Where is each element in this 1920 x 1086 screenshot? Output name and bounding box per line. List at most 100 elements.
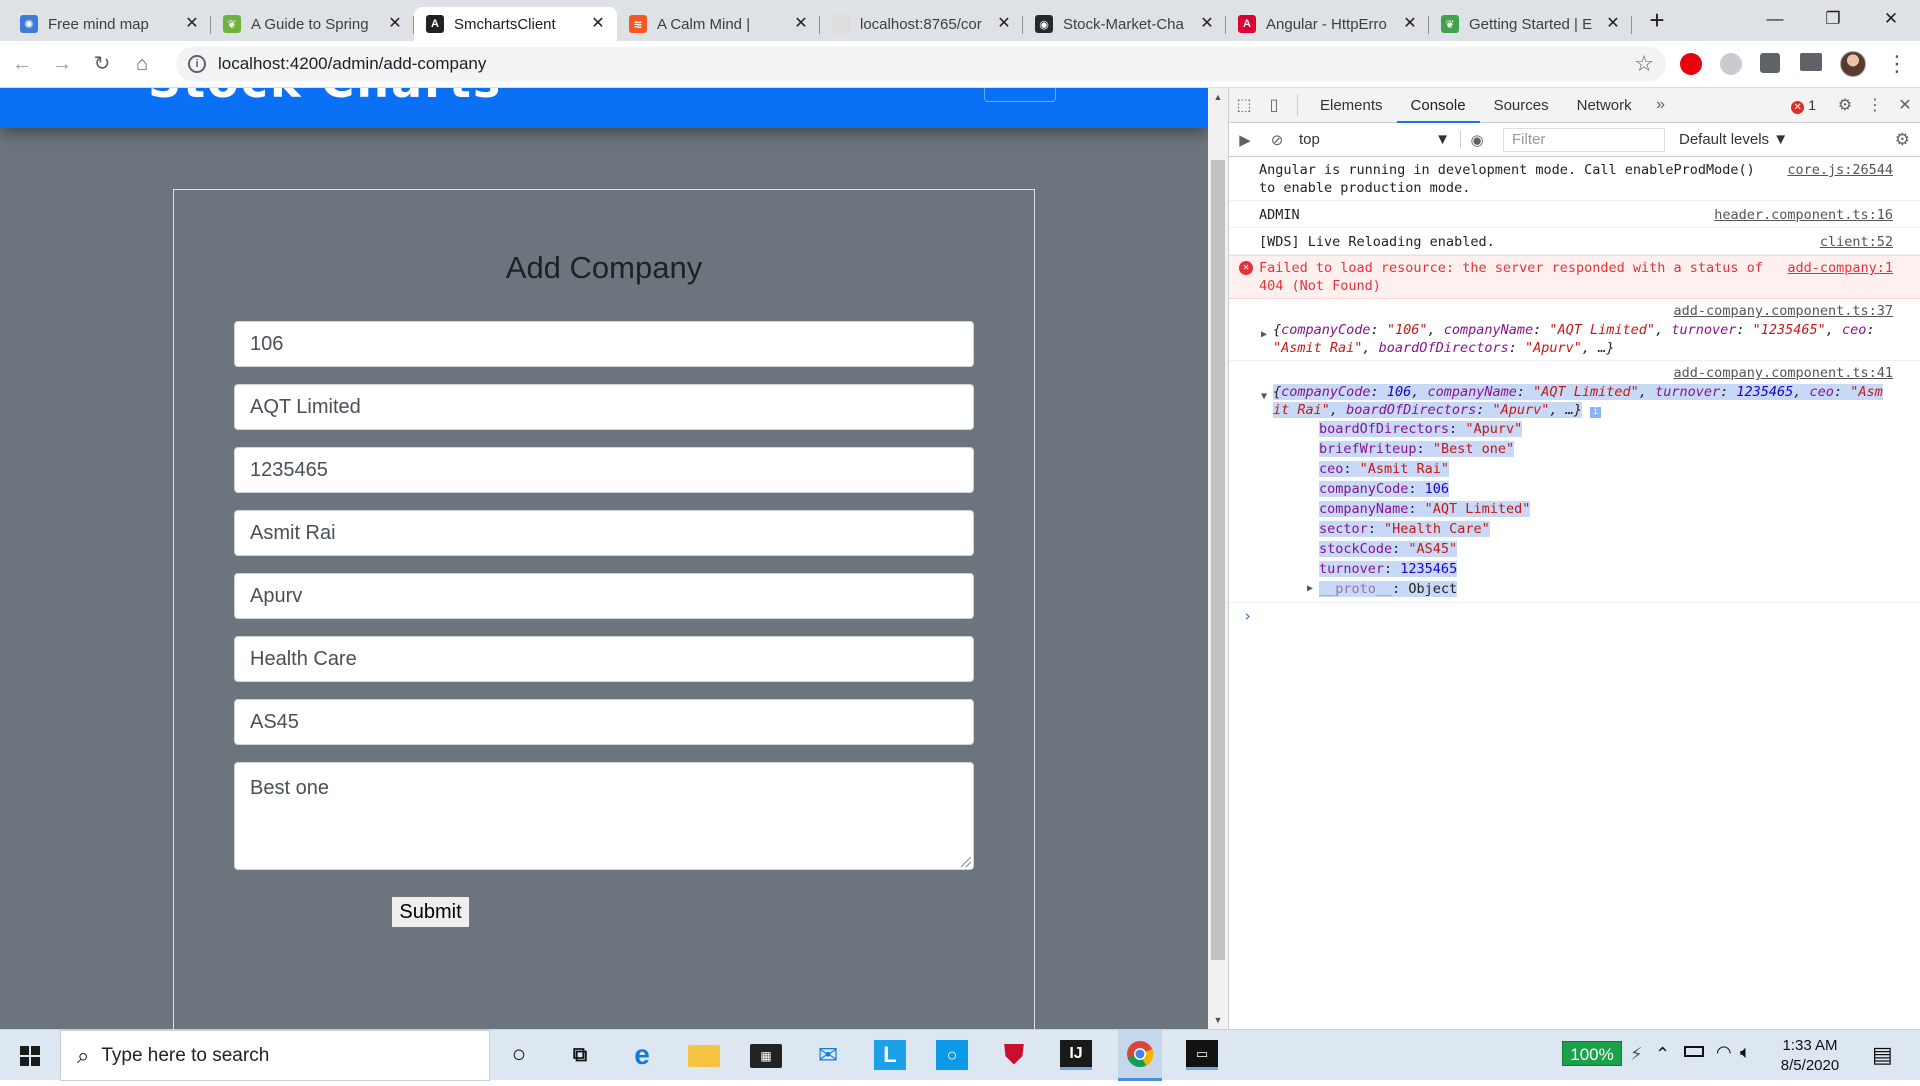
board-of-directors-input[interactable]: Apurv (234, 573, 974, 619)
app-brand[interactable]: Stock Charts (148, 88, 502, 108)
browser-tab[interactable]: ✺ Free mind map ✕ (8, 7, 211, 41)
bookmark-star-icon[interactable]: ☆ (1634, 51, 1654, 77)
show-hidden-icons-chevron-icon[interactable]: ⌃ (1655, 1044, 1670, 1065)
scroll-down-arrow-icon[interactable]: ▼ (1208, 1011, 1228, 1029)
tab-close-icon[interactable]: ✕ (183, 15, 201, 33)
company-code-input[interactable]: 106 (234, 321, 974, 367)
console-filter-input[interactable]: Filter (1503, 127, 1665, 152)
terminal-icon[interactable]: ▭ (1186, 1040, 1218, 1070)
resize-handle-icon[interactable] (961, 857, 971, 867)
home-button[interactable]: ⌂ (124, 46, 160, 82)
tab-close-icon[interactable]: ✕ (995, 15, 1013, 33)
minimize-button[interactable]: — (1746, 0, 1804, 41)
error-count-badge[interactable]: ✕ 1 (1791, 97, 1816, 114)
volume-icon[interactable]: 🔈︎ (1740, 1042, 1751, 1063)
live-expression-eye-icon[interactable]: ◉ (1461, 131, 1493, 149)
taskbar-search-box[interactable]: ⌕ Type here to search (60, 1030, 490, 1081)
company-name-input[interactable]: AQT Limited (234, 384, 974, 430)
close-window-button[interactable]: ✕ (1862, 0, 1920, 41)
clear-console-icon[interactable]: ⊘ (1261, 131, 1293, 149)
tab-close-icon[interactable]: ✕ (792, 15, 810, 33)
cortana-icon[interactable]: ○ (503, 1040, 535, 1070)
ublock-extension-icon[interactable] (1680, 53, 1702, 75)
info-icon[interactable]: i (1590, 407, 1602, 418)
chrome-taskbar-icon[interactable] (1118, 1030, 1162, 1081)
device-toolbar-icon[interactable]: ▯ (1259, 95, 1289, 115)
browser-tab[interactable]: A Angular - HttpErro ✕ (1226, 7, 1429, 41)
source-link[interactable]: add-company.component.ts:41 (1674, 364, 1893, 382)
battery-icon[interactable] (1684, 1046, 1704, 1057)
start-button[interactable] (0, 1030, 60, 1081)
back-button[interactable]: ← (4, 46, 40, 82)
mail-icon[interactable]: ✉ (812, 1040, 844, 1070)
tab-sources[interactable]: Sources (1480, 88, 1563, 123)
log-levels-dropdown[interactable]: Default levels ▼ (1679, 131, 1788, 148)
tab-close-icon[interactable]: ✕ (386, 15, 404, 33)
source-link[interactable]: header.component.ts:16 (1714, 206, 1893, 224)
store-icon[interactable]: ▦ (750, 1044, 782, 1068)
tab-close-icon[interactable]: ✕ (1401, 15, 1419, 33)
console-settings-icon[interactable]: ⚙ (1895, 130, 1910, 150)
devtools-close-icon[interactable]: ✕ (1890, 95, 1920, 115)
browser-tab[interactable]: ≋ A Calm Mind | ✕ (617, 7, 820, 41)
scroll-up-arrow-icon[interactable]: ▲ (1208, 88, 1228, 106)
extensions-puzzle-icon[interactable] (1760, 53, 1780, 73)
new-tab-button[interactable]: + (1640, 4, 1674, 38)
browser-tab[interactable]: ❦ Getting Started | E ✕ (1429, 7, 1632, 41)
browser-tab[interactable]: A SmchartsClient ✕ (414, 7, 617, 41)
browser-tab[interactable]: localhost:8765/cor ✕ (820, 7, 1023, 41)
sidebar-toggle-icon[interactable]: ▶ (1229, 131, 1261, 149)
profile-avatar[interactable] (1840, 51, 1866, 77)
inspect-element-icon[interactable]: ⬚ (1229, 95, 1259, 115)
source-link[interactable]: core.js:26544 (1787, 161, 1893, 179)
navbar-toggle-button[interactable] (984, 88, 1056, 102)
sector-input[interactable]: Health Care (234, 636, 974, 682)
restore-button[interactable]: ❐ (1804, 0, 1862, 41)
forward-button[interactable]: → (44, 46, 80, 82)
task-view-icon[interactable]: ⧉ (564, 1040, 596, 1070)
console-prompt[interactable]: › (1229, 607, 1920, 625)
expand-triangle-icon[interactable]: ▶ (1261, 326, 1267, 344)
app-o-icon[interactable]: ○ (936, 1040, 968, 1070)
scrollbar-thumb[interactable] (1211, 160, 1225, 960)
ceo-input[interactable]: Asmit Rai (234, 510, 974, 556)
devtools-settings-icon[interactable]: ⚙ (1830, 95, 1860, 115)
tab-close-icon[interactable]: ✕ (1604, 15, 1622, 33)
power-plug-icon[interactable]: ⚡ (1630, 1044, 1643, 1065)
devtools-menu-icon[interactable]: ⋮ (1860, 95, 1890, 115)
collapse-triangle-icon[interactable]: ▼ (1261, 388, 1267, 406)
page-scrollbar[interactable]: ▲ ▼ (1208, 88, 1228, 1029)
zoom-level-badge[interactable]: 100% (1562, 1041, 1622, 1066)
console-object-collapsed[interactable]: add-company.component.ts:37 ▶ {companyCo… (1229, 299, 1920, 361)
context-selector[interactable]: top ▼ (1293, 131, 1461, 148)
chrome-menu-icon[interactable]: ⋮ (1886, 51, 1908, 77)
tab-close-icon[interactable]: ✕ (589, 15, 607, 33)
wifi-icon[interactable]: ◠ (1716, 1042, 1732, 1063)
notification-center-icon[interactable]: ▤ (1872, 1042, 1893, 1068)
address-bar[interactable]: i localhost:4200/admin/add-company ☆ (176, 47, 1666, 81)
site-info-icon[interactable]: i (188, 55, 206, 73)
intellij-icon[interactable]: IJ (1060, 1040, 1092, 1070)
submit-button[interactable]: Submit (391, 896, 470, 928)
expand-triangle-icon[interactable]: ▶ (1307, 579, 1313, 599)
edge-icon[interactable]: e (626, 1039, 658, 1070)
object-proto[interactable]: ▶ __proto__: Object (1259, 579, 1893, 599)
source-link[interactable]: add-company.component.ts:37 (1674, 302, 1893, 320)
system-clock[interactable]: 1:33 AM 8/5/2020 (1760, 1036, 1860, 1076)
reload-button[interactable]: ↻ (84, 46, 120, 82)
tab-elements[interactable]: Elements (1306, 88, 1397, 123)
tab-console[interactable]: Console (1396, 88, 1480, 123)
media-queue-icon[interactable] (1800, 53, 1822, 71)
more-tabs-chevron-icon[interactable]: » (1646, 96, 1676, 114)
console-object-expanded[interactable]: add-company.component.ts:41 ▼ {companyCo… (1229, 361, 1920, 603)
browser-tab[interactable]: ❦ A Guide to Spring ✕ (211, 7, 414, 41)
app-l-icon[interactable]: L (874, 1040, 906, 1070)
stock-code-input[interactable]: AS45 (234, 699, 974, 745)
turnover-input[interactable]: 1235465 (234, 447, 974, 493)
source-link[interactable]: client:52 (1820, 233, 1893, 251)
tab-network[interactable]: Network (1563, 88, 1646, 123)
browser-tab[interactable]: ◉ Stock-Market-Cha ✕ (1023, 7, 1226, 41)
mcafee-icon[interactable]: ⛊ (998, 1039, 1030, 1070)
extension-icon[interactable] (1720, 53, 1742, 75)
file-explorer-icon[interactable] (688, 1045, 720, 1067)
